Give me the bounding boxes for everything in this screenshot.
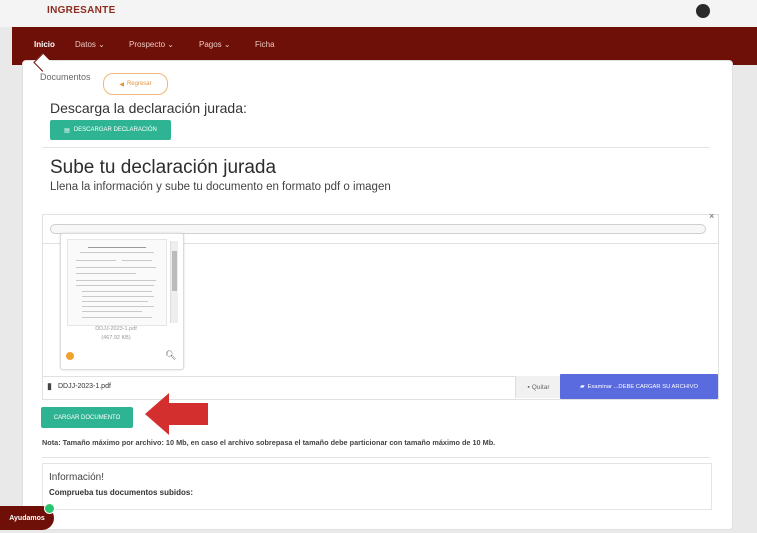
brand-logo: INGRESANTE <box>47 5 116 16</box>
divider <box>42 147 710 148</box>
info-text: Comprueba tus documentos subidos: <box>49 488 194 497</box>
upload-title: Sube tu declaración jurada <box>50 157 277 178</box>
top-bar: INGRESANTE <box>0 0 757 27</box>
breadcrumb-label: Documentos <box>40 72 91 82</box>
nav-item-pagos[interactable]: Pagos ⌄ <box>199 40 231 49</box>
preview-scrollbar[interactable] <box>170 241 178 323</box>
trash-icon: ▪ <box>527 383 530 391</box>
remove-file-button[interactable]: ▪ Quitar <box>515 376 561 398</box>
folder-icon: ▰ <box>580 383 585 390</box>
preview-file-size: (467.92 KB) <box>101 335 131 341</box>
upload-button-label: CARGAR DOCUMENTO <box>53 414 121 421</box>
pdf-page-preview <box>67 239 167 326</box>
file-preview-thumbnail: DDJJ-2023-1.pdf (467.92 KB) 🔍︎ <box>60 233 184 370</box>
zoom-icon[interactable]: 🔍︎ <box>165 350 176 361</box>
red-arrow-indicator <box>145 393 208 435</box>
user-avatar[interactable] <box>696 4 710 18</box>
nav-item-datos[interactable]: Datos ⌄ <box>75 40 105 49</box>
nav-item-inicio[interactable]: Inicio <box>34 40 55 49</box>
preview-file-name: DDJJ-2023-1.pdf <box>95 326 137 332</box>
browse-button-label: Examinar ...DEBE CARGAR SU ARCHIVO <box>587 383 698 390</box>
back-button-label: Regresar <box>126 81 152 87</box>
browse-file-button[interactable]: ▰ Examinar ...DEBE CARGAR SU ARCHIVO <box>560 374 718 399</box>
back-button[interactable]: ◀ Regresar <box>103 73 168 95</box>
file-icon: ▮ <box>47 381 52 391</box>
info-panel <box>42 463 712 510</box>
nav-item-prospecto[interactable]: Prospecto ⌄ <box>129 40 174 49</box>
info-title: Información! <box>49 472 105 483</box>
download-declaration-button[interactable]: ▤ DESCARGAR DECLARACIÓN <box>50 120 171 140</box>
download-button-label: DESCARGAR DECLARACIÓN <box>73 127 157 133</box>
back-arrow-icon: ◀ <box>119 81 124 88</box>
upload-document-button[interactable]: CARGAR DOCUMENTO <box>41 407 133 428</box>
help-button-label: Ayudamos <box>9 514 45 522</box>
nav-item-ficha[interactable]: Ficha <box>255 40 275 49</box>
divider <box>42 457 710 458</box>
selected-file-name: DDJJ-2023-1.pdf <box>58 383 111 390</box>
download-title: Descarga la declaración jurada: <box>50 100 247 116</box>
close-icon[interactable]: × <box>709 211 714 221</box>
upload-subtitle: Llena la información y sube tu documento… <box>50 181 391 193</box>
online-status-icon <box>44 503 55 514</box>
remove-button-label: Quitar <box>531 383 550 391</box>
file-size-note: Nota: Tamaño máximo por archivo: 10 Mb, … <box>42 438 496 447</box>
file-text-icon: ▤ <box>64 127 70 134</box>
upload-status-icon <box>66 352 74 360</box>
